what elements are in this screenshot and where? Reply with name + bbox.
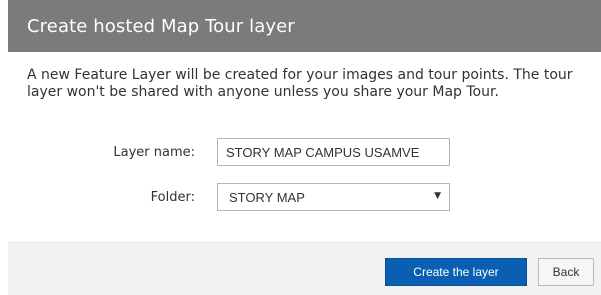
- dialog-header: Create hosted Map Tour layer: [8, 0, 601, 52]
- create-map-tour-layer-dialog: Create hosted Map Tour layer A new Featu…: [0, 0, 601, 295]
- folder-row: Folder: STORY MAP ▼: [0, 183, 601, 213]
- back-button[interactable]: Back: [538, 258, 594, 286]
- layer-name-input[interactable]: [217, 138, 450, 166]
- layer-name-label: Layer name:: [113, 145, 195, 160]
- dialog-title: Create hosted Map Tour layer: [27, 15, 295, 37]
- layer-name-row: Layer name:: [0, 138, 601, 168]
- folder-label: Folder:: [150, 190, 195, 205]
- folder-select[interactable]: STORY MAP ▼: [217, 183, 450, 211]
- folder-select-value: STORY MAP: [229, 190, 305, 205]
- create-layer-button[interactable]: Create the layer: [385, 258, 527, 286]
- chevron-down-icon: ▼: [434, 191, 441, 201]
- dialog-footer: Create the layer Back: [8, 242, 601, 295]
- dialog-description: A new Feature Layer will be created for …: [27, 67, 573, 100]
